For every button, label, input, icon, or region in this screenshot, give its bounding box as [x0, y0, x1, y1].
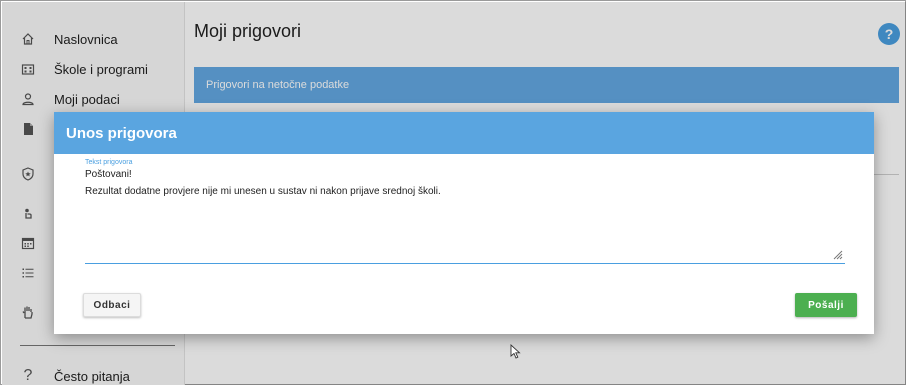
textarea-line: Poštovani!	[85, 169, 132, 180]
complaint-textarea[interactable]: Poštovani! Rezultat dodatne provjere nij…	[85, 168, 845, 264]
send-button[interactable]: Pošalji	[795, 293, 857, 317]
textarea-line: Rezultat dodatne provjere nije mi unesen…	[85, 186, 441, 197]
field-label: Tekst prigovora	[85, 159, 133, 166]
complaint-dialog: Unos prigovora Tekst prigovora Poštovani…	[54, 112, 874, 334]
resize-handle-icon[interactable]	[833, 250, 843, 260]
discard-button[interactable]: Odbaci	[83, 293, 141, 317]
dialog-header: Unos prigovora	[54, 112, 874, 154]
mouse-cursor-icon	[510, 344, 521, 359]
app-window: Naslovnica Škole i programi Moji podaci	[0, 0, 906, 385]
dialog-title: Unos prigovora	[66, 124, 177, 142]
